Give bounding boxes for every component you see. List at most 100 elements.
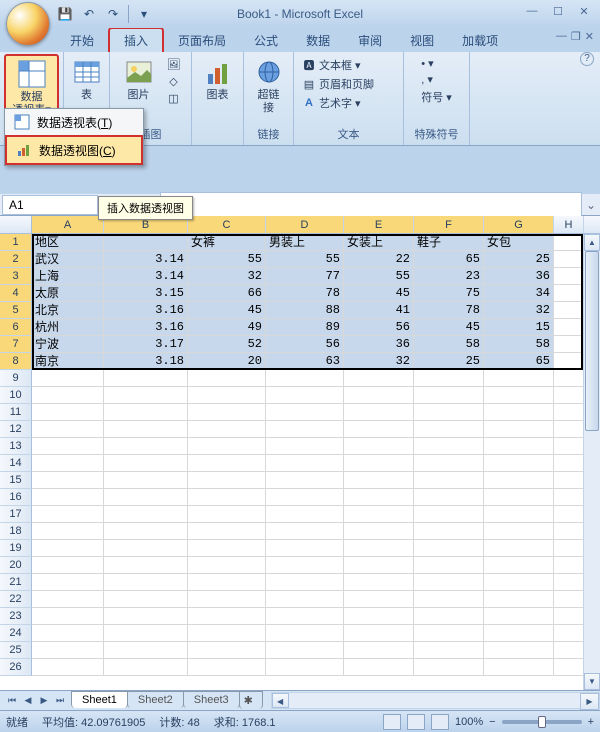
cell[interactable]	[32, 472, 104, 489]
cell[interactable]: 23	[414, 268, 484, 285]
cell[interactable]	[188, 455, 266, 472]
cell[interactable]	[344, 523, 414, 540]
row-header[interactable]: 23	[0, 608, 32, 625]
cell[interactable]	[414, 506, 484, 523]
cell[interactable]	[32, 455, 104, 472]
zoom-thumb[interactable]	[538, 716, 546, 728]
cell[interactable]	[344, 455, 414, 472]
cell[interactable]	[344, 574, 414, 591]
cell[interactable]	[104, 574, 188, 591]
cell[interactable]	[414, 438, 484, 455]
tab-addins[interactable]: 加载项	[448, 29, 512, 52]
cell[interactable]	[484, 489, 554, 506]
cell[interactable]	[266, 625, 344, 642]
cell[interactable]: 杭州	[32, 319, 104, 336]
sheet-tab-sheet1[interactable]: Sheet1	[71, 691, 128, 708]
cell[interactable]: 63	[266, 353, 344, 370]
row-header[interactable]: 4	[0, 285, 32, 302]
row-header[interactable]: 3	[0, 268, 32, 285]
cell[interactable]: 78	[414, 302, 484, 319]
textbox-button[interactable]: 🅰文本框 ▾	[298, 56, 399, 74]
cell[interactable]	[32, 642, 104, 659]
cell[interactable]	[32, 540, 104, 557]
redo-icon[interactable]: ↷	[104, 5, 122, 23]
wordart-button[interactable]: A艺术字 ▾	[298, 94, 399, 112]
cell[interactable]	[344, 506, 414, 523]
cell[interactable]: 女裤	[188, 234, 266, 251]
tab-review[interactable]: 审阅	[344, 29, 396, 52]
cell[interactable]	[188, 489, 266, 506]
cell[interactable]: 太原	[32, 285, 104, 302]
cell[interactable]	[188, 574, 266, 591]
cell[interactable]	[554, 574, 584, 591]
cell[interactable]: 32	[188, 268, 266, 285]
doc-minimize[interactable]: —	[556, 30, 567, 43]
qat-dropdown-icon[interactable]: ▾	[135, 5, 153, 23]
select-all-corner[interactable]	[0, 216, 32, 233]
cell[interactable]: 75	[414, 285, 484, 302]
cell[interactable]	[414, 404, 484, 421]
cell[interactable]	[414, 540, 484, 557]
menu-pivot-chart[interactable]: 数据透视图(C)	[5, 135, 143, 165]
cell[interactable]	[104, 455, 188, 472]
cell[interactable]: 北京	[32, 302, 104, 319]
cell[interactable]	[266, 574, 344, 591]
row-header[interactable]: 7	[0, 336, 32, 353]
cell[interactable]: 65	[414, 251, 484, 268]
cell[interactable]	[104, 506, 188, 523]
column-header-A[interactable]: A	[32, 216, 104, 233]
doc-close[interactable]: ✕	[585, 30, 594, 43]
last-sheet-icon[interactable]: ⏭	[52, 693, 68, 709]
cell[interactable]: 88	[266, 302, 344, 319]
cell[interactable]	[484, 574, 554, 591]
cell[interactable]	[414, 489, 484, 506]
cell[interactable]	[188, 642, 266, 659]
row-header[interactable]: 12	[0, 421, 32, 438]
cell[interactable]	[104, 625, 188, 642]
sheet-tab-sheet2[interactable]: Sheet2	[127, 691, 184, 708]
chart-button[interactable]: 图表	[196, 54, 240, 104]
column-header-C[interactable]: C	[188, 216, 266, 233]
cell[interactable]	[104, 404, 188, 421]
cell[interactable]: 3.15	[104, 285, 188, 302]
cell[interactable]	[104, 370, 188, 387]
row-header[interactable]: 15	[0, 472, 32, 489]
row-header[interactable]: 19	[0, 540, 32, 557]
cell[interactable]	[484, 438, 554, 455]
cell[interactable]	[554, 591, 584, 608]
cell[interactable]	[266, 438, 344, 455]
cell[interactable]: 55	[266, 251, 344, 268]
cell[interactable]	[554, 540, 584, 557]
picture-button[interactable]: 图片	[117, 54, 161, 106]
cell[interactable]: 58	[414, 336, 484, 353]
formula-input[interactable]: 地区	[160, 192, 582, 217]
cell[interactable]	[104, 540, 188, 557]
cell[interactable]	[266, 387, 344, 404]
cell[interactable]	[188, 506, 266, 523]
cell[interactable]	[344, 421, 414, 438]
cell[interactable]	[554, 353, 584, 370]
first-sheet-icon[interactable]: ⏮	[4, 693, 20, 709]
cell[interactable]: 女装上	[344, 234, 414, 251]
cell[interactable]: 武汉	[32, 251, 104, 268]
tab-home[interactable]: 开始	[56, 29, 108, 52]
cell[interactable]	[104, 591, 188, 608]
cell[interactable]: 49	[188, 319, 266, 336]
cell[interactable]	[414, 557, 484, 574]
cell[interactable]	[266, 472, 344, 489]
cell[interactable]	[32, 591, 104, 608]
cell[interactable]	[266, 523, 344, 540]
cell[interactable]: 南京	[32, 353, 104, 370]
cell[interactable]: 女包	[484, 234, 554, 251]
cell[interactable]	[484, 506, 554, 523]
cell[interactable]: 45	[188, 302, 266, 319]
cell[interactable]	[554, 523, 584, 540]
cell[interactable]	[484, 591, 554, 608]
cell[interactable]	[554, 557, 584, 574]
cell[interactable]	[266, 591, 344, 608]
expand-formula-bar[interactable]: ⌄	[582, 198, 600, 212]
cell[interactable]	[104, 523, 188, 540]
symbol-button[interactable]: 符号 ▾	[417, 88, 456, 106]
cell[interactable]	[554, 319, 584, 336]
cell[interactable]	[266, 370, 344, 387]
